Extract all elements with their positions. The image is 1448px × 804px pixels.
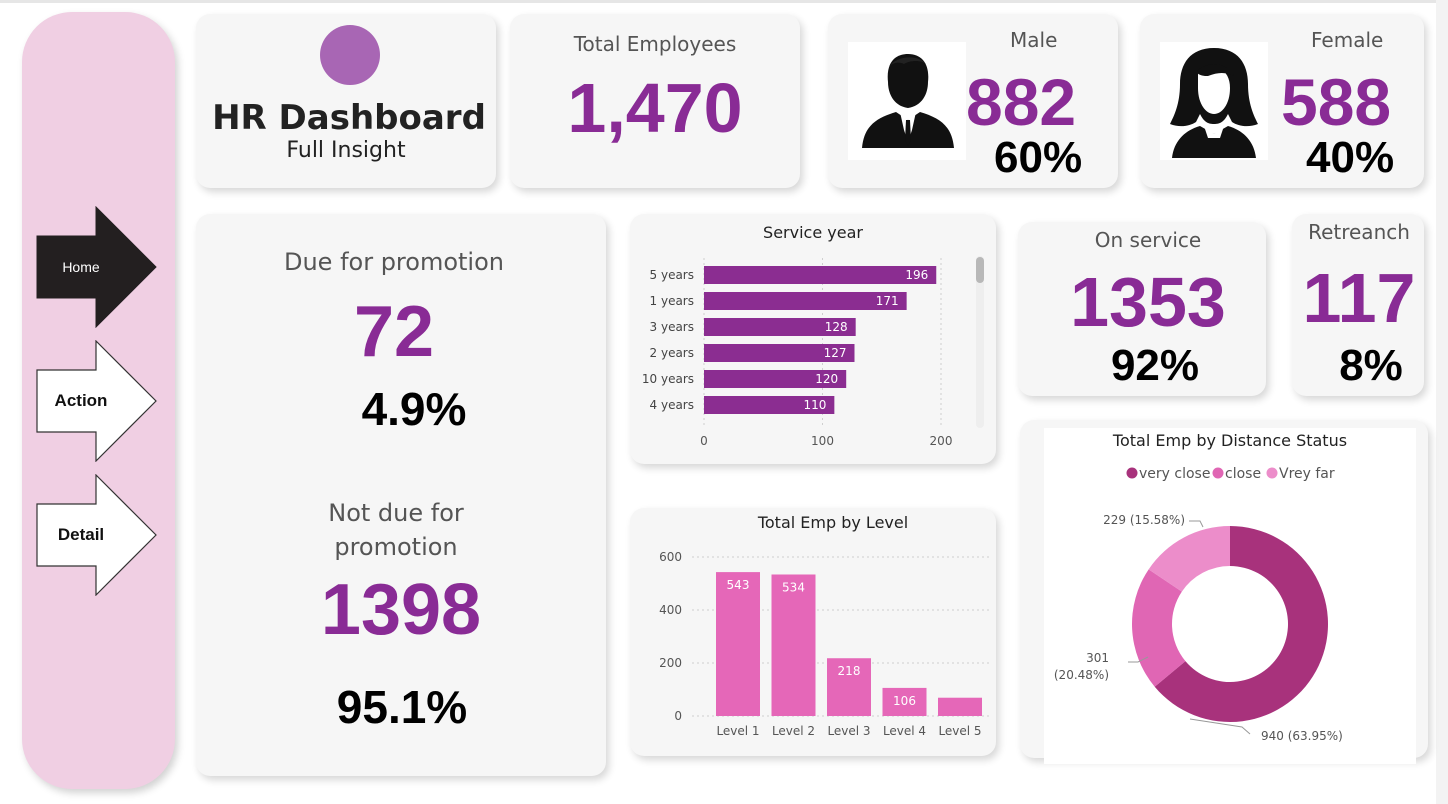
- slice-data-label: 229 (15.58%): [1103, 513, 1185, 527]
- legend-marker: [1126, 467, 1138, 479]
- bar-data-label: 171: [876, 294, 899, 308]
- y-tick-label: 0: [674, 709, 682, 723]
- nav-home-button[interactable]: Home: [36, 206, 158, 328]
- category-label: 3 years: [650, 320, 694, 334]
- category-label: 5 years: [650, 268, 694, 282]
- bar: [704, 266, 937, 284]
- nav-detail-button[interactable]: Detail: [36, 474, 158, 596]
- x-tick-label: 200: [930, 434, 953, 448]
- male-label: Male: [1010, 28, 1058, 52]
- bar-data-label: 127: [824, 346, 847, 360]
- service-year-chart-card: Service year 0 100 200 5 years 196 1 years 171 3…: [630, 214, 996, 464]
- legend-item: Vrey far: [1279, 466, 1335, 482]
- distance-chart-panel: Total Emp by Distance Status very close cl…: [1044, 428, 1416, 764]
- chart-title: Total Emp by Distance Status: [1112, 431, 1347, 450]
- female-card: Female 588 40%: [1140, 14, 1424, 188]
- y-tick-label: 600: [659, 550, 682, 564]
- nav-action-button[interactable]: Action: [36, 340, 158, 462]
- female-value: 588: [1281, 65, 1392, 139]
- category-label: 2 years: [650, 346, 694, 360]
- retrench-card: Retreanch 117 8%: [1292, 214, 1424, 396]
- nav-home-label: Home: [62, 259, 100, 275]
- chart-title: Service year: [763, 223, 863, 242]
- nav-detail-label: Detail: [57, 525, 105, 544]
- window-top-border: [0, 0, 1448, 3]
- nav-action-label: Action: [54, 391, 108, 410]
- female-percent: 40%: [1306, 133, 1395, 182]
- not-due-promotion-percent: 95.1%: [336, 681, 468, 733]
- x-tick-label: 100: [811, 434, 834, 448]
- retrench-value: 117: [1302, 259, 1416, 337]
- bar-data-label: 196: [905, 268, 928, 282]
- window-right-border: [1436, 0, 1448, 804]
- slice-data-label: 940 (63.95%): [1261, 729, 1343, 743]
- header-card: HR Dashboard Full Insight: [196, 14, 496, 188]
- legend-item: very close: [1139, 466, 1210, 482]
- bar: [938, 697, 982, 716]
- bar-data-label: 534: [782, 580, 805, 594]
- on-service-card: On service 1353 92%: [1018, 222, 1266, 396]
- promotion-card: Due for promotion 72 4.9% Not due for pr…: [196, 214, 606, 776]
- page-subtitle: Full Insight: [286, 138, 406, 163]
- bar-data-label: 106: [893, 694, 916, 708]
- male-avatar-icon: [848, 42, 966, 160]
- category-label: Level 2: [772, 724, 815, 738]
- category-label: 1 years: [650, 294, 694, 308]
- legend-marker: [1266, 467, 1278, 479]
- bar-data-label: 110: [803, 398, 826, 412]
- category-label: 10 years: [642, 372, 694, 386]
- category-label: Level 1: [716, 724, 759, 738]
- slice-data-label: (20.48%): [1054, 668, 1109, 682]
- on-service-label: On service: [1094, 228, 1202, 252]
- category-label: 4 years: [650, 398, 694, 412]
- slice-data-label: 301: [1086, 651, 1109, 665]
- chart-title: Total Emp by Level: [757, 513, 908, 532]
- distance-donut-chart: Total Emp by Distance Status very close cl…: [1054, 431, 1347, 743]
- page-title: HR Dashboard: [212, 98, 486, 138]
- female-label: Female: [1311, 28, 1384, 52]
- due-for-promotion-value: 72: [353, 292, 435, 372]
- legend-item: close: [1225, 466, 1261, 482]
- retrench-percent: 8%: [1339, 341, 1403, 390]
- bar-data-label: 120: [815, 372, 838, 386]
- level-chart-card: Total Emp by Level 0 200 400 600 543 Level 1 53…: [630, 508, 996, 756]
- on-service-value: 1353: [1070, 263, 1226, 341]
- leader-line: [1189, 520, 1204, 528]
- not-due-promotion-value: 1398: [320, 570, 482, 650]
- y-tick-label: 200: [659, 656, 682, 670]
- male-card: Male 882 60%: [828, 14, 1118, 188]
- due-for-promotion-percent: 4.9%: [361, 383, 467, 435]
- logo-circle-icon: [320, 25, 380, 85]
- retrench-label: Retreanch: [1308, 220, 1410, 244]
- female-avatar-icon: [1160, 42, 1268, 160]
- bar-data-label: 543: [727, 578, 750, 592]
- bar: [716, 572, 760, 716]
- level-chart: Total Emp by Level 0 200 400 600 543 Level 1 53…: [659, 513, 990, 738]
- x-tick-label: 0: [700, 434, 708, 448]
- total-employees-value: 1,470: [567, 69, 743, 147]
- due-for-promotion-label: Due for promotion: [283, 248, 504, 276]
- bar: [771, 574, 816, 716]
- not-due-promotion-label-line-2: promotion: [334, 533, 458, 561]
- bar-data-label: 218: [838, 664, 861, 678]
- category-label: Level 5: [938, 724, 981, 738]
- male-percent: 60%: [994, 133, 1083, 182]
- legend-marker: [1212, 467, 1224, 479]
- scrollbar-thumb: [976, 257, 984, 283]
- total-employees-card: Total Employees 1,470: [510, 14, 800, 188]
- category-label: Level 4: [883, 724, 926, 738]
- total-employees-label: Total Employees: [573, 32, 737, 56]
- y-tick-label: 400: [659, 603, 682, 617]
- service-year-chart: Service year 0 100 200 5 years 196 1 years 171 3…: [642, 223, 984, 448]
- male-value: 882: [966, 65, 1077, 139]
- not-due-promotion-label-line-1: Not due for: [328, 499, 464, 527]
- category-label: Level 3: [827, 724, 870, 738]
- not-due-promotion-label: Not due for promotion: [196, 496, 596, 564]
- on-service-percent: 92%: [1110, 341, 1200, 390]
- bar-data-label: 128: [825, 320, 848, 334]
